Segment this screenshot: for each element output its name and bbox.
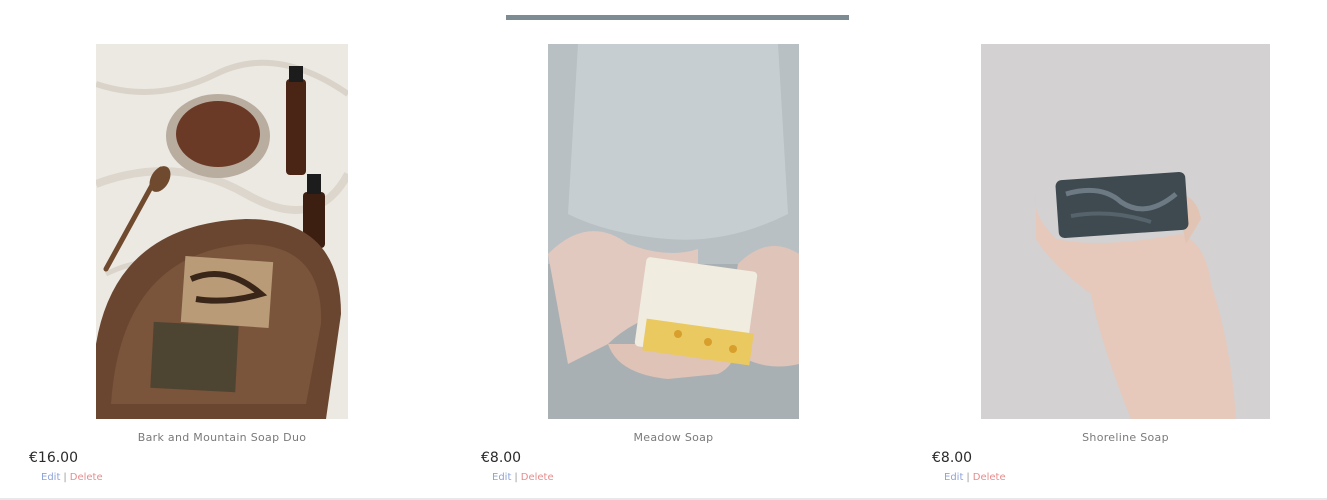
- edit-link[interactable]: Edit: [944, 472, 963, 483]
- product-actions: Edit | Delete: [944, 472, 1006, 483]
- action-separator: |: [966, 472, 970, 483]
- product-price: €8.00: [932, 450, 973, 466]
- shoreline-soap-photo: [981, 44, 1270, 419]
- delete-link[interactable]: Delete: [973, 472, 1006, 483]
- product-list-page: Bark and Mountain Soap Duo €16.00 Edit | D…: [0, 0, 1327, 500]
- product-name[interactable]: Shoreline Soap: [981, 431, 1270, 444]
- product-image-shoreline[interactable]: [981, 44, 1270, 419]
- product-card: Shoreline Soap €8.00 Edit | Delete: [0, 0, 1327, 500]
